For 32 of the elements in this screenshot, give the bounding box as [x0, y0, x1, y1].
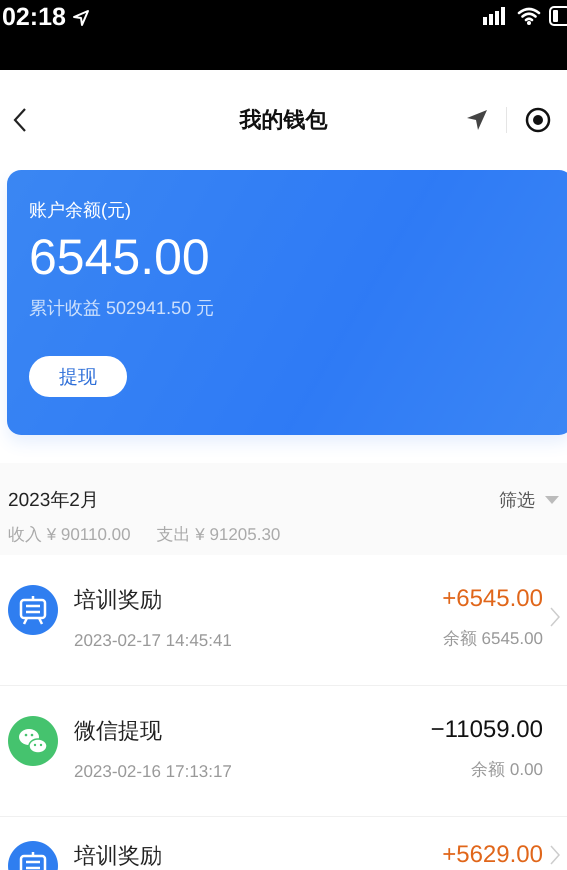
back-chevron-icon [12, 107, 28, 133]
transaction-amount: +6545.00 [442, 585, 543, 613]
transaction-row[interactable]: 培训奖励 +5629.00 [0, 817, 567, 870]
navigation-arrow-icon [466, 109, 488, 131]
dropdown-triangle-icon [545, 496, 559, 504]
transaction-amount: +5629.00 [442, 841, 543, 869]
chat-bubbles-icon [8, 716, 58, 766]
month-title: 2023年2月 [8, 489, 99, 513]
transaction-time: 2023-02-16 17:13:17 [74, 762, 233, 782]
transaction-row[interactable]: 培训奖励 2023-02-17 14:45:41 +6545.00 余额 6545.00 [0, 555, 567, 686]
transaction-amount: −11059.00 [430, 716, 543, 744]
balance-after: 余额 6545.00 [442, 628, 543, 650]
status-time: 02:18 [2, 3, 66, 32]
battery-icon [549, 6, 567, 26]
wifi-icon [517, 7, 541, 25]
target-circle-icon [525, 107, 551, 133]
transaction-title: 培训奖励 [74, 586, 163, 614]
income-total: 收入 ¥ 90110.00 [8, 524, 131, 546]
filter-dropdown[interactable]: 筛选 [499, 488, 559, 512]
withdraw-button[interactable]: 提现 [29, 356, 127, 397]
cumulative-earnings: 累计收益 502941.50 元 [29, 297, 214, 320]
location-arrow-icon [72, 8, 90, 26]
training-board-icon [8, 585, 58, 635]
expense-total: 支出 ¥ 91205.30 [156, 524, 280, 546]
balance-label: 账户余额(元) [29, 199, 131, 222]
transaction-title: 微信提现 [74, 717, 163, 745]
transaction-row[interactable]: 微信提现 2023-02-16 17:13:17 −11059.00 余额 0.00 [0, 686, 567, 817]
balance-after: 余额 0.00 [471, 759, 543, 781]
transaction-title: 培训奖励 [74, 842, 163, 870]
page-title: 我的钱包 [240, 107, 328, 132]
transaction-time: 2023-02-17 14:45:41 [74, 631, 233, 651]
balance-amount: 6545.00 [29, 232, 210, 282]
